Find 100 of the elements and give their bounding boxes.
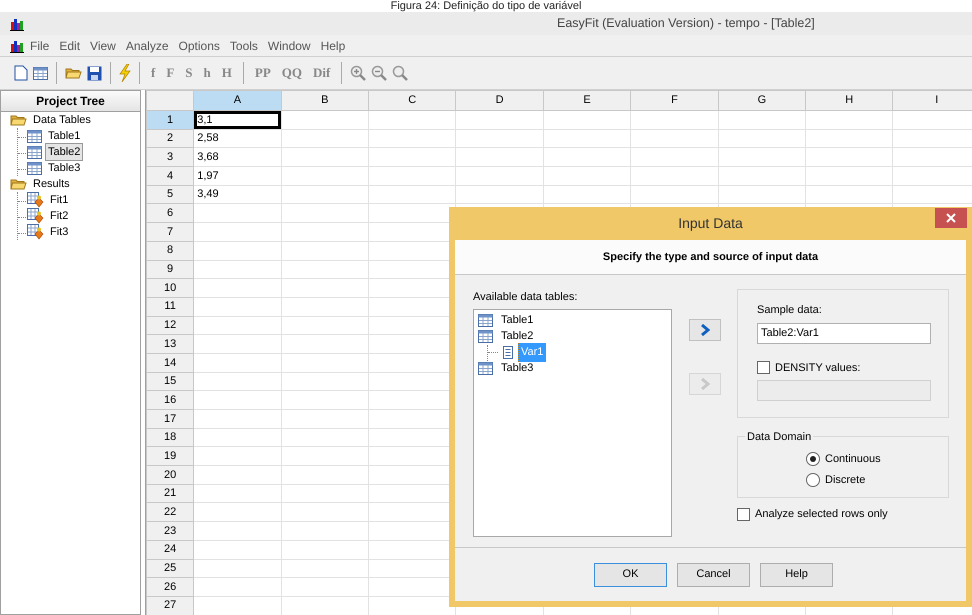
- menu-item[interactable]: Help: [316, 36, 350, 54]
- column-header[interactable]: H: [806, 90, 893, 110]
- table-icon: [27, 162, 42, 174]
- dialog-button[interactable]: Help: [760, 562, 833, 586]
- checkbox[interactable]: [757, 361, 770, 374]
- table-icon: [27, 146, 42, 158]
- folder-icon: [10, 113, 27, 127]
- row-header[interactable]: 8: [146, 241, 194, 260]
- table-icon[interactable]: [33, 66, 48, 80]
- tree-item[interactable]: Table3: [45, 158, 84, 178]
- app-icon: [10, 16, 24, 30]
- zoom-out-icon[interactable]: [371, 65, 388, 81]
- row-header[interactable]: 26: [146, 578, 194, 596]
- radio-button[interactable]: [806, 472, 820, 487]
- menu-item[interactable]: File: [26, 36, 54, 54]
- table-cell: 2,58: [194, 129, 282, 148]
- fit-result-icon: [27, 224, 44, 240]
- row-header[interactable]: 3: [146, 148, 194, 167]
- new-document-icon[interactable]: [14, 65, 28, 81]
- table-icon: [27, 130, 42, 142]
- zoom-in-icon[interactable]: [350, 65, 366, 81]
- chevron-icon: [700, 324, 710, 336]
- menu-item[interactable]: Tools: [226, 36, 262, 54]
- row-header[interactable]: 9: [146, 260, 194, 279]
- menu-item[interactable]: View: [86, 36, 120, 54]
- folder-icon: [10, 177, 27, 191]
- open-folder-icon[interactable]: [65, 66, 82, 80]
- column-header[interactable]: D: [456, 90, 544, 110]
- row-header[interactable]: 20: [146, 466, 194, 484]
- row-header[interactable]: 25: [146, 559, 194, 578]
- list-item[interactable]: Table2: [498, 327, 536, 346]
- row-header[interactable]: 1: [146, 110, 194, 130]
- tree-item[interactable]: Data Tables: [30, 110, 94, 130]
- row-header[interactable]: 2: [146, 129, 194, 148]
- row-header[interactable]: 22: [146, 502, 194, 522]
- radio-label: Continuous: [825, 452, 881, 467]
- row-header[interactable]: 23: [146, 522, 194, 540]
- fit-result-icon: [27, 208, 44, 224]
- dialog-button[interactable]: OK: [594, 562, 667, 586]
- dialog-button[interactable]: Cancel: [677, 562, 750, 586]
- column-header[interactable]: B: [281, 90, 369, 110]
- table-icon: [478, 314, 493, 327]
- radio-button[interactable]: [806, 452, 820, 466]
- window-title: EasyFit (Evaluation Version) - tempo - [Table2]: [557, 15, 815, 32]
- dialog-title: Input Data: [678, 214, 743, 233]
- table-cell: 1,97: [194, 166, 282, 186]
- row-header[interactable]: 14: [146, 353, 194, 372]
- tree-item[interactable]: Fit1: [47, 190, 72, 210]
- row-header[interactable]: 12: [146, 316, 194, 335]
- table-cell: 3,49: [194, 185, 282, 204]
- row-header[interactable]: 27: [146, 596, 194, 615]
- tree-item[interactable]: Fit3: [47, 222, 72, 242]
- app-icon: [10, 38, 24, 52]
- variable-icon: [503, 346, 513, 359]
- table-icon: [478, 362, 493, 375]
- row-header[interactable]: 4: [146, 166, 194, 186]
- row-header[interactable]: 18: [146, 428, 194, 447]
- column-header[interactable]: G: [718, 90, 806, 110]
- list-item[interactable]: Table1: [498, 311, 536, 330]
- row-header[interactable]: 19: [146, 446, 194, 466]
- column-header[interactable]: C: [368, 90, 456, 110]
- arrow-button[interactable]: [688, 319, 720, 341]
- checkbox-label: Analyze selected rows only: [755, 507, 888, 522]
- row-header[interactable]: 5: [146, 185, 194, 204]
- row-header[interactable]: 7: [146, 222, 194, 242]
- sample-data-field[interactable]: Table2:Var1: [757, 322, 931, 344]
- row-header[interactable]: 11: [146, 297, 194, 316]
- row-header[interactable]: 15: [146, 372, 194, 391]
- save-icon[interactable]: [87, 66, 102, 80]
- column-header[interactable]: F: [630, 90, 718, 110]
- close-icon: [946, 213, 956, 223]
- panel-header: Project Tree: [1, 91, 140, 112]
- menu-item[interactable]: Analyze: [122, 36, 173, 54]
- row-header[interactable]: 6: [146, 204, 194, 223]
- figure-caption: Figura 24: Definição do tipo de variável: [390, 0, 582, 12]
- dialog-subtitle: Specify the type and source of input data: [455, 240, 966, 275]
- close-button[interactable]: [935, 208, 967, 228]
- fit-result-icon: [27, 192, 44, 208]
- tree-item[interactable]: Results: [30, 174, 73, 194]
- checkbox[interactable]: [737, 508, 750, 521]
- column-header[interactable]: A: [194, 90, 282, 110]
- menu-item[interactable]: Edit: [55, 36, 84, 54]
- tree-item[interactable]: Table2: [45, 142, 84, 162]
- row-header[interactable]: 13: [146, 334, 194, 354]
- list-item[interactable]: Table3: [498, 359, 536, 378]
- lightning-icon[interactable]: [119, 64, 131, 82]
- row-header[interactable]: 17: [146, 410, 194, 428]
- column-header[interactable]: E: [543, 90, 631, 110]
- menu-item[interactable]: Options: [174, 36, 224, 54]
- row-header[interactable]: 10: [146, 278, 194, 298]
- tree-item[interactable]: Table1: [45, 126, 84, 146]
- table-icon: [478, 330, 493, 343]
- row-header[interactable]: 16: [146, 390, 194, 410]
- table-cell: 3,68: [194, 148, 282, 167]
- row-header[interactable]: 24: [146, 540, 194, 559]
- menu-item[interactable]: Window: [264, 36, 315, 54]
- column-header[interactable]: I: [892, 90, 972, 110]
- tree-item[interactable]: Fit2: [47, 206, 72, 226]
- zoom-icon[interactable]: [392, 65, 408, 81]
- row-header[interactable]: 21: [146, 484, 194, 503]
